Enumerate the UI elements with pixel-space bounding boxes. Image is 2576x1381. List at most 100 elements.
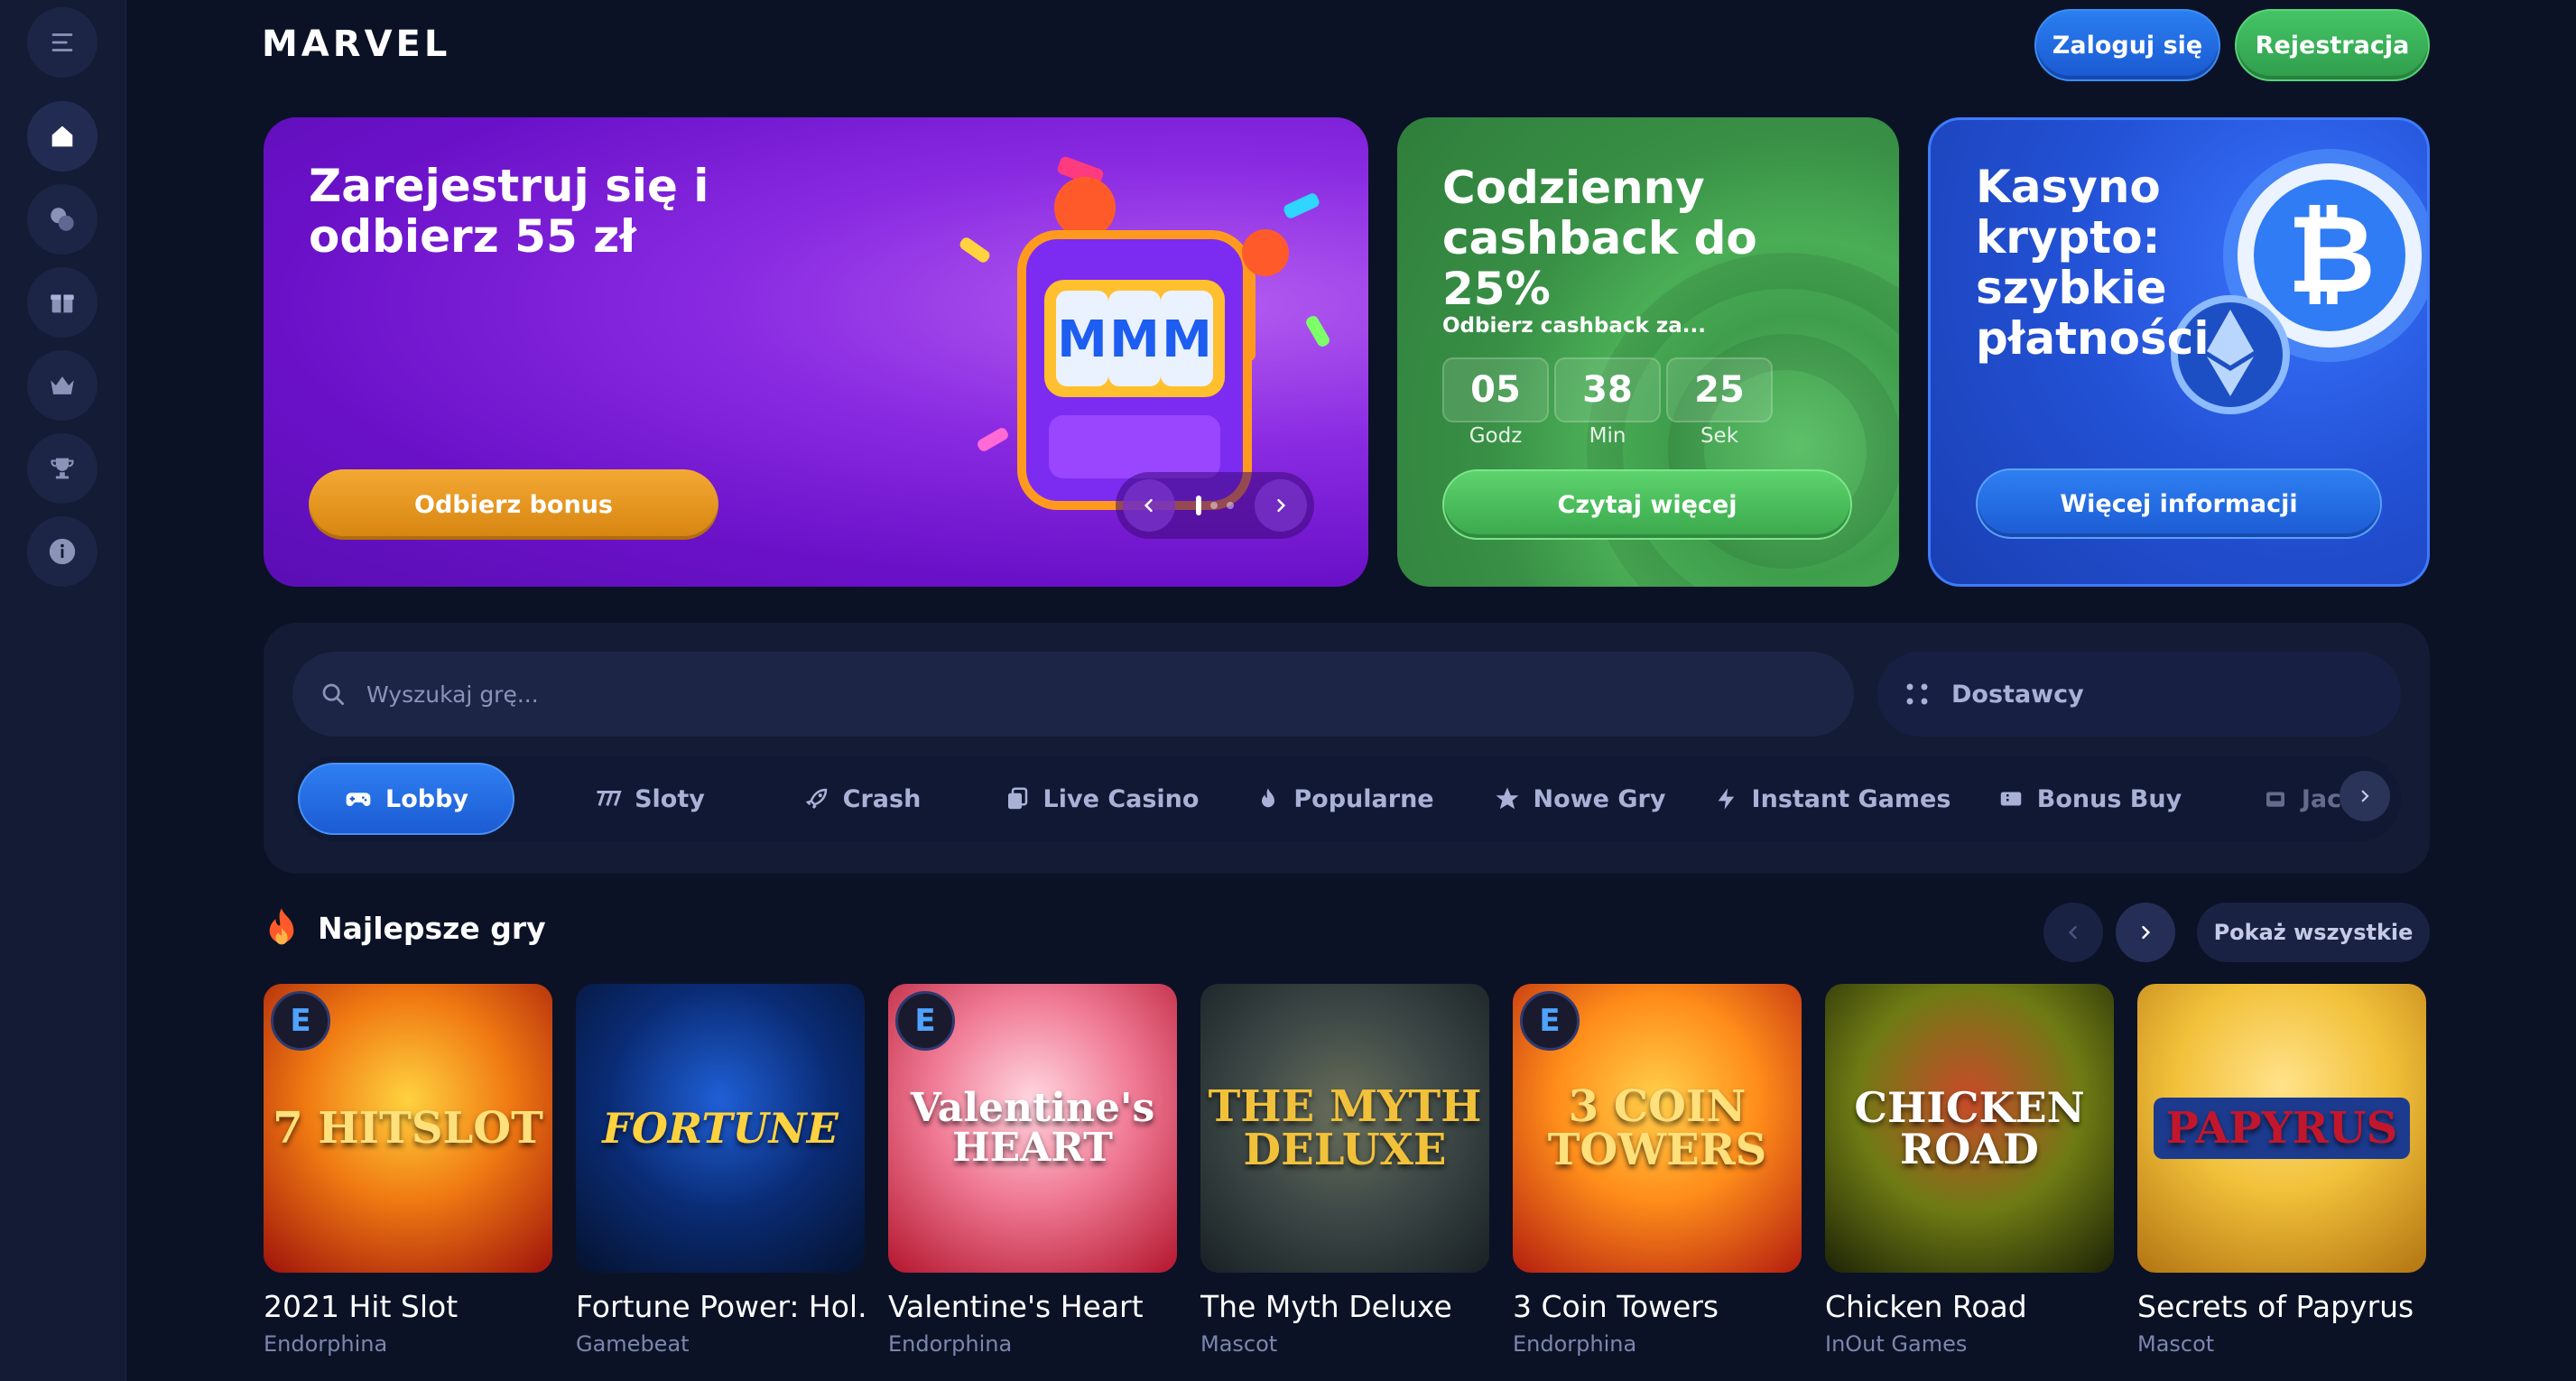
timer-hours-label: Godz — [1469, 424, 1523, 448]
jackpot-icon — [2266, 792, 2284, 807]
game-thumbnail[interactable]: E 3 COIN TOWERS — [1513, 984, 1802, 1273]
grid-dots-icon — [1906, 683, 1928, 705]
tab-crash[interactable]: Crash — [749, 763, 975, 835]
game-card[interactable]: FORTUNE Fortune Power: Hol... Gamebeat — [576, 984, 865, 1357]
timer-minutes: 38 — [1554, 357, 1661, 422]
providers-button[interactable]: Dostawcy — [1877, 652, 2401, 737]
tab-new-games[interactable]: Nowe Gry — [1462, 763, 1697, 835]
game-title: The Myth Deluxe — [1200, 1289, 1452, 1324]
chevron-left-icon — [1144, 498, 1153, 513]
reel-symbol-3: M — [1162, 310, 1212, 369]
login-button[interactable]: Zaloguj się — [2034, 9, 2220, 81]
carousel-dots — [1196, 496, 1234, 515]
game-title: Chicken Road — [1825, 1289, 2027, 1324]
game-thumbnail[interactable]: THE MYTH DELUXE — [1200, 984, 1489, 1273]
sidebar-item-promotions[interactable] — [27, 267, 97, 338]
sidebar — [0, 0, 126, 1381]
tab-lobby[interactable]: Lobby — [298, 763, 514, 835]
countdown-timer: 05 38 25 — [1442, 357, 1773, 422]
game-art-title: 7 HITSLOT — [273, 1103, 543, 1154]
casino-chips-icon — [51, 208, 74, 231]
game-thumbnail[interactable]: PAPYRUS — [2137, 984, 2426, 1273]
claim-bonus-button[interactable]: Odbierz bonus — [309, 469, 718, 540]
game-provider: Endorphina — [264, 1331, 388, 1357]
game-provider: Endorphina — [888, 1331, 1013, 1357]
sidebar-item-info[interactable] — [27, 516, 97, 587]
category-tabs: Lobby Sloty Crash Live Casino Popularne … — [292, 756, 2401, 841]
read-more-button[interactable]: Czytaj więcej — [1442, 469, 1852, 540]
svg-text:₿: ₿ — [2287, 192, 2376, 318]
show-all-button[interactable]: Pokaż wszystkie — [2197, 903, 2430, 962]
game-art-title: THE MYTH DELUXE — [1208, 1081, 1482, 1175]
game-provider: Endorphina — [1513, 1331, 1637, 1357]
carousel-prev-button[interactable] — [1123, 479, 1175, 532]
reel-symbol-2: M — [1109, 310, 1160, 369]
tabs-scroll-next-button[interactable] — [2340, 771, 2390, 821]
chevron-right-icon — [1277, 498, 1286, 513]
tab-instant-games[interactable]: Instant Games — [1697, 763, 1968, 835]
more-info-button[interactable]: Więcej informacji — [1976, 468, 2382, 539]
game-art-title: Valentine's HEART — [910, 1085, 1155, 1171]
trophy-icon — [51, 458, 74, 479]
game-filter-panel: Wyszukaj grę... Dostawcy Lobby Sloty Cra… — [264, 623, 2430, 874]
cashback-subtitle: Odbierz cashback za... — [1442, 314, 1706, 338]
game-title: Fortune Power: Hol... — [576, 1289, 865, 1324]
tab-live-casino[interactable]: Live Casino — [975, 763, 1228, 835]
search-placeholder: Wyszukaj grę... — [366, 681, 539, 708]
timer-hours: 05 — [1442, 357, 1549, 422]
sidebar-item-home[interactable] — [27, 101, 97, 171]
crypto-title: Kasyno krypto: szybkie płatności — [1976, 161, 2210, 365]
games-next-button[interactable] — [2116, 903, 2175, 962]
provider-logo-icon: E — [271, 991, 330, 1051]
carousel-dot[interactable] — [1210, 502, 1218, 509]
tab-live-casino-label: Live Casino — [1042, 784, 1200, 813]
top-games-header: Najlepsze gry — [264, 906, 546, 950]
logo[interactable]: MARVEL — [262, 23, 450, 65]
cashback-banner[interactable]: Codzienny cashback do 25% Odbierz cashba… — [1397, 117, 1899, 587]
game-thumbnail[interactable]: E Valentine's HEART — [888, 984, 1177, 1273]
carousel-controls — [1116, 472, 1314, 539]
game-card[interactable]: CHICKEN ROAD Chicken Road InOut Games — [1825, 984, 2114, 1357]
tab-bonus-buy[interactable]: Bonus Buy — [1968, 763, 2211, 835]
promo-banner[interactable]: M M M Zarejestruj się i odbierz 55 zł Od… — [264, 117, 1368, 587]
game-art-title: FORTUNE — [602, 1104, 839, 1153]
game-art-title: 3 COIN TOWERS — [1547, 1081, 1767, 1175]
cashback-title: Codzienny cashback do 25% — [1442, 162, 1757, 315]
game-thumbnail[interactable]: CHICKEN ROAD — [1825, 984, 2114, 1273]
chevron-right-icon — [2361, 790, 2369, 802]
menu-icon — [51, 33, 73, 51]
tab-popular[interactable]: Popularne — [1228, 763, 1462, 835]
tab-bonus-buy-label: Bonus Buy — [2036, 784, 2182, 813]
games-prev-button[interactable] — [2043, 903, 2103, 962]
game-card[interactable]: PAPYRUS Secrets of Papyrus Mascot — [2137, 984, 2426, 1357]
crypto-banner[interactable]: ₿ Kasyno krypto: szybkie płatności Więce… — [1928, 117, 2430, 587]
sidebar-item-casino[interactable] — [27, 184, 97, 255]
game-card[interactable]: THE MYTH DELUXE The Myth Deluxe Mascot — [1200, 984, 1489, 1357]
game-title: 2021 Hit Slot — [264, 1289, 459, 1324]
tab-instant-games-label: Instant Games — [1751, 784, 1951, 813]
home-icon — [51, 125, 73, 147]
timer-seconds-label: Sek — [1700, 424, 1739, 448]
game-card[interactable]: E Valentine's HEART Valentine's Heart En… — [888, 984, 1177, 1357]
game-thumbnail[interactable]: E 7 HITSLOT — [264, 984, 552, 1273]
game-list: E 7 HITSLOT 2021 Hit Slot Endorphina FOR… — [264, 984, 2426, 1357]
search-input[interactable]: Wyszukaj grę... — [292, 652, 1854, 737]
tab-slots[interactable]: Sloty — [551, 763, 749, 835]
game-card[interactable]: E 7 HITSLOT 2021 Hit Slot Endorphina — [264, 984, 552, 1357]
register-button[interactable]: Rejestracja — [2235, 9, 2430, 81]
rocket-icon — [805, 788, 827, 809]
sidebar-item-tournaments[interactable] — [27, 433, 97, 504]
lightning-icon — [1718, 788, 1734, 810]
game-card[interactable]: E 3 COIN TOWERS 3 Coin Towers Endorphina — [1513, 984, 1802, 1357]
game-thumbnail[interactable]: FORTUNE — [576, 984, 865, 1273]
game-provider: Gamebeat — [576, 1331, 690, 1357]
menu-button[interactable] — [27, 7, 97, 78]
carousel-next-button[interactable] — [1255, 479, 1307, 532]
game-provider: Mascot — [2137, 1331, 2215, 1357]
tab-jackpot-label: Jac — [2301, 784, 2342, 813]
sidebar-item-vip[interactable] — [27, 350, 97, 421]
carousel-dot[interactable] — [1227, 502, 1234, 509]
ticket-icon — [2000, 792, 2022, 806]
tab-crash-label: Crash — [842, 784, 922, 813]
carousel-dot-active[interactable] — [1196, 496, 1201, 515]
